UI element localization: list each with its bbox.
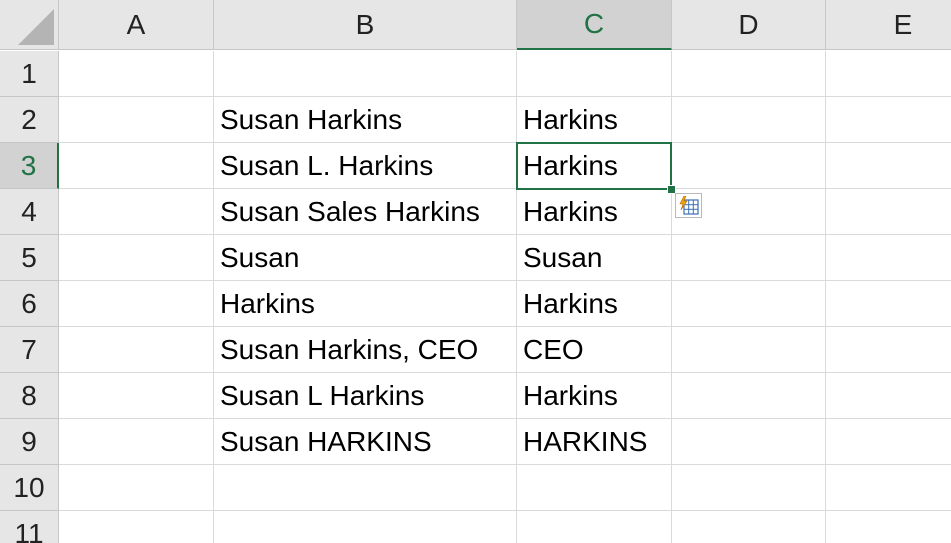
cell-a11[interactable] — [59, 511, 214, 543]
row-header-7[interactable]: 7 — [0, 327, 59, 373]
row-header-1[interactable]: 1 — [0, 51, 59, 97]
row-header-8[interactable]: 8 — [0, 373, 59, 419]
cell-d9[interactable] — [672, 419, 826, 465]
select-all-triangle-icon — [18, 9, 54, 45]
flash-fill-options-button[interactable] — [675, 193, 702, 218]
cell-b1[interactable] — [214, 51, 517, 97]
cell-d5[interactable] — [672, 235, 826, 281]
cell-b5[interactable]: Susan — [214, 235, 517, 281]
cell-a1[interactable] — [59, 51, 214, 97]
spreadsheet-grid: A B C D E 1 2 3 4 5 6 7 8 9 10 11 Susan … — [0, 0, 951, 543]
cell-e10[interactable] — [826, 465, 951, 511]
cell-e7[interactable] — [826, 327, 951, 373]
cell-d1[interactable] — [672, 51, 826, 97]
cell-d8[interactable] — [672, 373, 826, 419]
cell-e6[interactable] — [826, 281, 951, 327]
cell-c2[interactable]: Harkins — [517, 97, 672, 143]
column-header-a[interactable]: A — [59, 0, 214, 50]
cell-b7[interactable]: Susan Harkins, CEO — [214, 327, 517, 373]
cell-a7[interactable] — [59, 327, 214, 373]
row-header-10[interactable]: 10 — [0, 465, 59, 511]
cell-a9[interactable] — [59, 419, 214, 465]
cell-e9[interactable] — [826, 419, 951, 465]
row-header-11[interactable]: 11 — [0, 511, 59, 543]
cell-c6[interactable]: Harkins — [517, 281, 672, 327]
cell-d3[interactable] — [672, 143, 826, 189]
cell-e2[interactable] — [826, 97, 951, 143]
column-header-c[interactable]: C — [517, 0, 672, 50]
cell-c3[interactable]: Harkins — [517, 143, 672, 189]
select-all-corner[interactable] — [0, 0, 59, 50]
cell-c11[interactable] — [517, 511, 672, 543]
cell-d11[interactable] — [672, 511, 826, 543]
cell-a3[interactable] — [59, 143, 214, 189]
cell-a8[interactable] — [59, 373, 214, 419]
cell-a2[interactable] — [59, 97, 214, 143]
cell-c1[interactable] — [517, 51, 672, 97]
cell-c10[interactable] — [517, 465, 672, 511]
cell-b11[interactable] — [214, 511, 517, 543]
row-header-4[interactable]: 4 — [0, 189, 59, 235]
cell-b4[interactable]: Susan Sales Harkins — [214, 189, 517, 235]
cell-b8[interactable]: Susan L Harkins — [214, 373, 517, 419]
cell-a5[interactable] — [59, 235, 214, 281]
cell-e8[interactable] — [826, 373, 951, 419]
cell-d10[interactable] — [672, 465, 826, 511]
flash-fill-options-icon — [679, 196, 699, 215]
cell-c5[interactable]: Susan — [517, 235, 672, 281]
row-header-6[interactable]: 6 — [0, 281, 59, 327]
cell-e5[interactable] — [826, 235, 951, 281]
cell-c4[interactable]: Harkins — [517, 189, 672, 235]
cell-e11[interactable] — [826, 511, 951, 543]
cell-b2[interactable]: Susan Harkins — [214, 97, 517, 143]
row-header-9[interactable]: 9 — [0, 419, 59, 465]
cell-c7[interactable]: CEO — [517, 327, 672, 373]
cell-b10[interactable] — [214, 465, 517, 511]
column-header-e[interactable]: E — [826, 0, 951, 50]
column-header-b[interactable]: B — [214, 0, 517, 50]
cell-a10[interactable] — [59, 465, 214, 511]
cell-d7[interactable] — [672, 327, 826, 373]
cell-e1[interactable] — [826, 51, 951, 97]
cell-e3[interactable] — [826, 143, 951, 189]
row-header-2[interactable]: 2 — [0, 97, 59, 143]
cell-e4[interactable] — [826, 189, 951, 235]
cell-c8[interactable]: Harkins — [517, 373, 672, 419]
column-header-d[interactable]: D — [672, 0, 826, 50]
cell-a4[interactable] — [59, 189, 214, 235]
cell-c9[interactable]: HARKINS — [517, 419, 672, 465]
cell-a6[interactable] — [59, 281, 214, 327]
cell-b9[interactable]: Susan HARKINS — [214, 419, 517, 465]
cell-b3[interactable]: Susan L. Harkins — [214, 143, 517, 189]
cell-b6[interactable]: Harkins — [214, 281, 517, 327]
cell-d6[interactable] — [672, 281, 826, 327]
cell-d2[interactable] — [672, 97, 826, 143]
row-header-3[interactable]: 3 — [0, 143, 59, 189]
row-header-5[interactable]: 5 — [0, 235, 59, 281]
